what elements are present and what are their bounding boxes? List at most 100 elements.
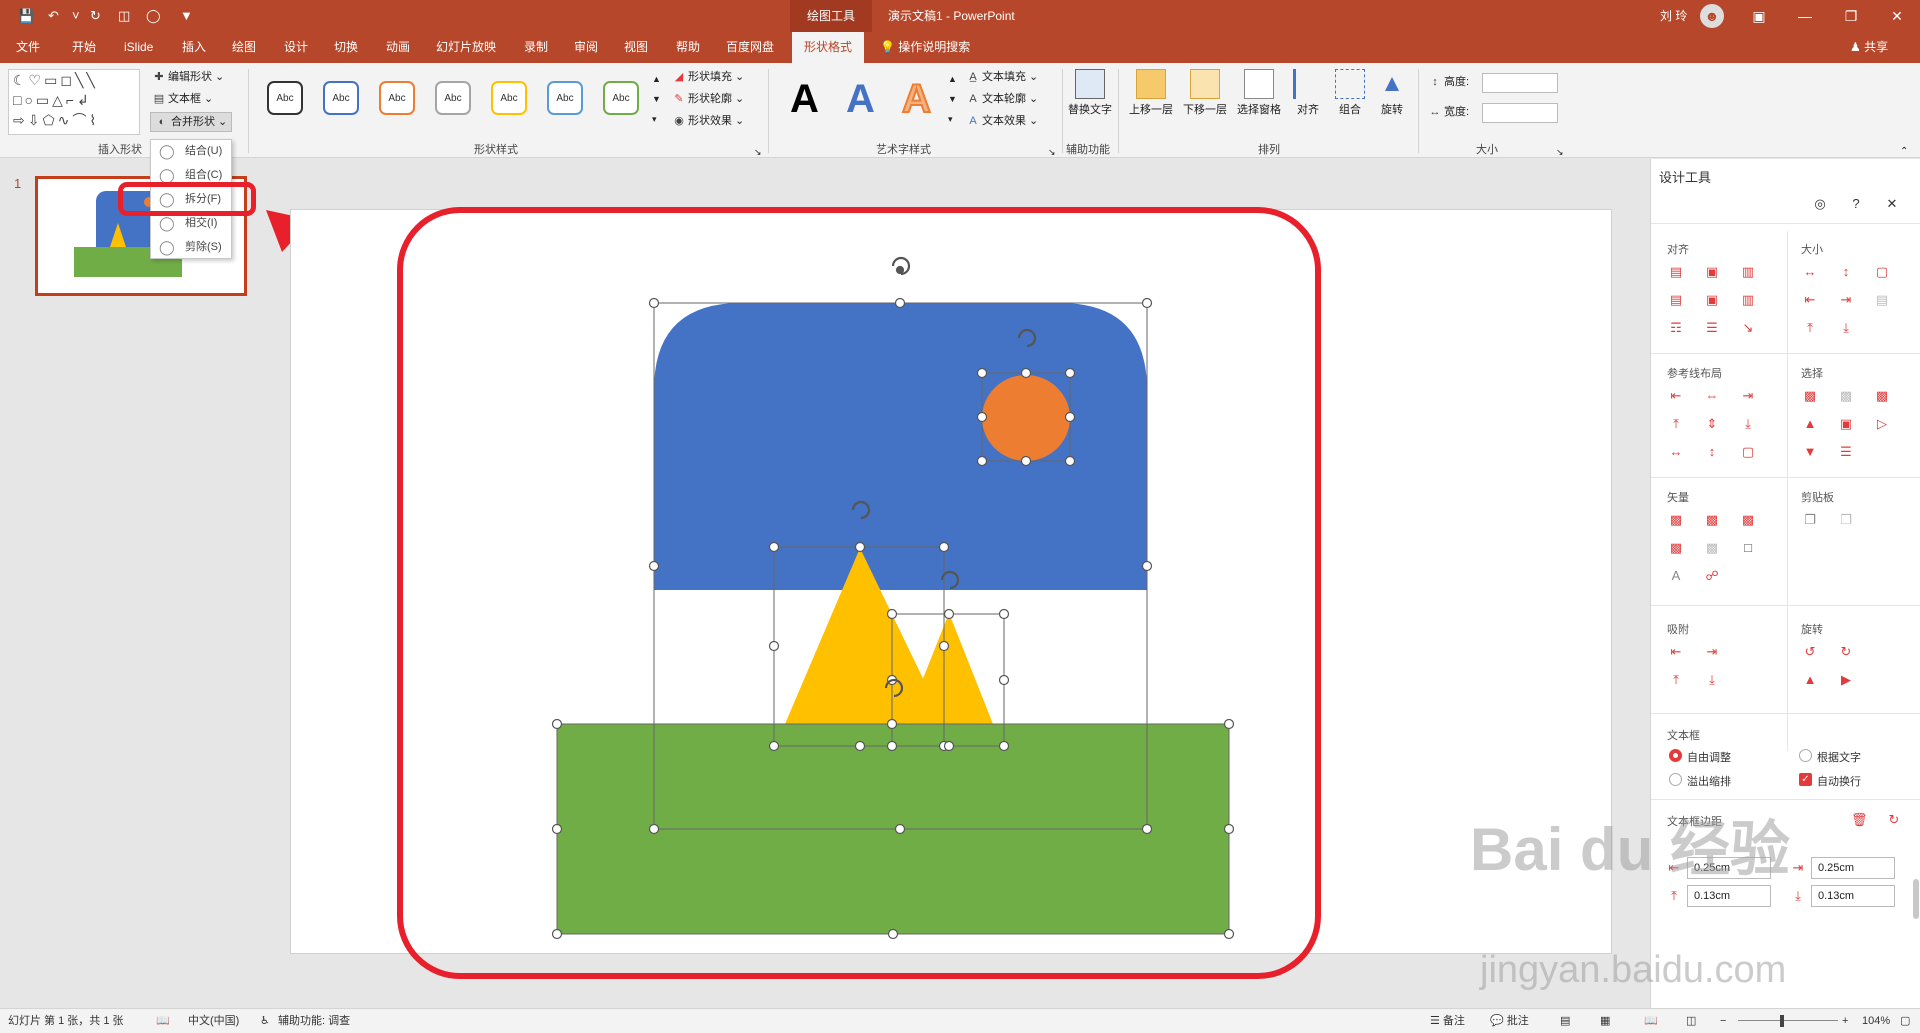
slideshow-icon[interactable]: ◫ <box>1686 1009 1696 1033</box>
snap-left-icon[interactable]: ⇤ <box>1669 645 1683 659</box>
shape-style-sample-7[interactable]: Abc <box>603 81 639 115</box>
tab-file[interactable]: 文件 <box>16 32 40 63</box>
fit-slide-icon[interactable]: ▢ <box>1900 1009 1910 1033</box>
selection-pane-button[interactable]: 选择窗格 <box>1234 69 1284 117</box>
shape-style-sample-2[interactable]: Abc <box>323 81 359 115</box>
wordart-orange-a[interactable]: A <box>901 76 932 122</box>
align-middle-icon[interactable]: ▣ <box>1705 293 1719 307</box>
tell-me-search[interactable]: 💡 操作说明搜索 <box>880 32 970 63</box>
send-backward-button[interactable]: 下移一层 <box>1180 69 1230 117</box>
merge-shapes-button[interactable]: ◐ 合并形状 ⌄ <box>150 112 233 132</box>
close-icon[interactable]: ✕ <box>1874 0 1920 32</box>
snap-top-icon[interactable]: ⤒ <box>1669 673 1683 687</box>
notes-button[interactable]: ☰ 备注 <box>1430 1009 1465 1033</box>
align-bottom-icon[interactable]: ▥ <box>1741 293 1755 307</box>
margin-top-input[interactable]: 0.13cm <box>1687 885 1771 907</box>
zoom-slider-thumb[interactable] <box>1780 1015 1784 1027</box>
margin-bottom-input[interactable]: 0.13cm <box>1811 885 1895 907</box>
guide-width-icon[interactable]: ↔ <box>1669 445 1683 459</box>
shape-fill-button[interactable]: ◢ 形状填充 ⌄ <box>672 68 745 86</box>
flip-vertical-icon[interactable]: ▶ <box>1839 673 1853 687</box>
distribute-horizontal-icon[interactable]: ☶ <box>1669 321 1683 335</box>
zoom-out-icon[interactable]: − <box>1720 1009 1726 1033</box>
snap-bottom-icon[interactable]: ⤓ <box>1705 673 1719 687</box>
free-adjust-radio[interactable] <box>1669 749 1682 762</box>
stretch-icon[interactable]: ▤ <box>1875 293 1889 307</box>
same-width-icon[interactable]: ↔ <box>1803 265 1817 279</box>
same-height-icon[interactable]: ↕ <box>1839 265 1853 279</box>
overflow-radio[interactable] <box>1669 773 1682 786</box>
help-icon[interactable]: ? <box>1849 197 1863 211</box>
delete-icon[interactable]: 🗑 <box>1851 813 1868 827</box>
vector-subtract-icon[interactable]: ▩ <box>1705 541 1719 555</box>
distribute-diagonal-icon[interactable]: ↘ <box>1741 321 1755 335</box>
user-avatar-icon[interactable]: ☻ <box>1700 4 1724 28</box>
save-icon[interactable]: 💾 <box>18 6 34 26</box>
shape-effect-button[interactable]: ◉ 形状效果 ⌄ <box>672 112 744 130</box>
vector-link-icon[interactable]: ☍ <box>1705 569 1719 583</box>
group-button[interactable]: 组合 <box>1332 69 1368 117</box>
shape-icon[interactable]: ◯ <box>146 6 161 26</box>
pane-scrollbar[interactable] <box>1913 879 1919 919</box>
zoom-level[interactable]: 104% <box>1862 1009 1890 1033</box>
tab-home[interactable]: 开始 <box>72 32 96 63</box>
align-button[interactable]: 对齐 <box>1290 69 1326 117</box>
rotate-left-icon[interactable]: ↺ <box>1803 645 1817 659</box>
auto-wrap-checkbox[interactable]: ✓ <box>1799 773 1812 786</box>
select-same-type-icon[interactable]: ▩ <box>1875 389 1889 403</box>
wordart-scroll-icon[interactable]: ▲ ▼ ▾ <box>948 69 957 129</box>
same-size-icon[interactable]: ▢ <box>1875 265 1889 279</box>
bring-forward-button[interactable]: 上移一层 <box>1126 69 1176 117</box>
rotate-button[interactable]: ▲ 旋转 <box>1374 69 1410 117</box>
guide-height-icon[interactable]: ↕ <box>1705 445 1719 459</box>
redo-icon[interactable]: ↻ <box>90 6 101 26</box>
shape-style-sample-1[interactable]: Abc <box>267 81 303 115</box>
dialog-launcher-icon[interactable]: ↘ <box>754 143 762 161</box>
alt-text-button[interactable]: 替换文字 <box>1068 69 1112 117</box>
select-same-outline-icon[interactable]: ▩ <box>1839 389 1853 403</box>
text-outline-button[interactable]: A 文本轮廓 ⌄ <box>966 90 1038 108</box>
guide-center-icon[interactable]: ⇔ <box>1705 389 1719 403</box>
dialog-launcher-icon[interactable]: ↘ <box>1556 143 1564 161</box>
text-fill-button[interactable]: A̲ 文本填充 ⌄ <box>966 68 1038 86</box>
tab-shape-format[interactable]: 形状格式 <box>792 32 865 63</box>
stretch-bottom-icon[interactable]: ⤓ <box>1839 321 1853 335</box>
zoom-slider-track[interactable] <box>1738 1020 1838 1021</box>
tab-islide[interactable]: iSlide <box>124 32 153 63</box>
select-top-icon[interactable]: ▲ <box>1803 417 1817 431</box>
menu-item-union[interactable]: ◯ 结合(U) <box>151 140 231 162</box>
menu-item-subtract[interactable]: ◯ 剪除(S) <box>151 236 231 258</box>
fit-text-radio[interactable] <box>1799 749 1812 762</box>
text-box-button[interactable]: ▤ 文本框 ⌄ <box>152 90 213 108</box>
snap-right-icon[interactable]: ⇥ <box>1705 645 1719 659</box>
tab-insert[interactable]: 插入 <box>182 32 206 63</box>
shape-style-sample-5[interactable]: Abc <box>491 81 527 115</box>
present-icon[interactable]: ◫ <box>118 6 130 26</box>
text-effect-button[interactable]: A 文本效果 ⌄ <box>966 112 1038 130</box>
share-button[interactable]: ♟ 共享 <box>1850 32 1888 63</box>
shapes-gallery[interactable]: ☾♡▭◻╲╲ □○▭△⌐↲ ⇨⇩⬠∿⌒⌇ <box>8 69 140 135</box>
close-pane-icon[interactable]: ✕ <box>1885 197 1899 211</box>
guide-right-icon[interactable]: ⇥ <box>1741 389 1755 403</box>
stretch-left-icon[interactable]: ⇤ <box>1803 293 1817 307</box>
language-indicator[interactable]: 中文(中国) <box>188 1009 239 1033</box>
paste-icon[interactable]: ❐ <box>1839 513 1853 527</box>
distribute-vertical-icon[interactable]: ☰ <box>1705 321 1719 335</box>
zoom-in-icon[interactable]: + <box>1842 1009 1848 1033</box>
slide-sorter-icon[interactable]: ▦ <box>1600 1009 1610 1033</box>
slide-canvas[interactable] <box>290 209 1612 954</box>
select-middle-icon[interactable]: ▣ <box>1839 417 1853 431</box>
vector-intersect-icon[interactable]: ▩ <box>1669 541 1683 555</box>
guide-top-icon[interactable]: ⤒ <box>1669 417 1683 431</box>
vector-fragment-icon[interactable]: ▩ <box>1741 513 1755 527</box>
align-right-icon[interactable]: ▥ <box>1741 265 1755 279</box>
stretch-right-icon[interactable]: ⇥ <box>1839 293 1853 307</box>
tab-view[interactable]: 视图 <box>624 32 648 63</box>
tab-baidu-netdisk[interactable]: 百度网盘 <box>726 32 774 63</box>
undo-dropdown-icon[interactable]: ˅ <box>72 6 80 26</box>
guide-fit-icon[interactable]: ▢ <box>1741 445 1755 459</box>
edit-shape-button[interactable]: ✚ 编辑形状 ⌄ <box>152 68 224 86</box>
vector-union-icon[interactable]: ▩ <box>1669 513 1683 527</box>
select-cursor-icon[interactable]: ▷ <box>1875 417 1889 431</box>
select-same-fill-icon[interactable]: ▩ <box>1803 389 1817 403</box>
